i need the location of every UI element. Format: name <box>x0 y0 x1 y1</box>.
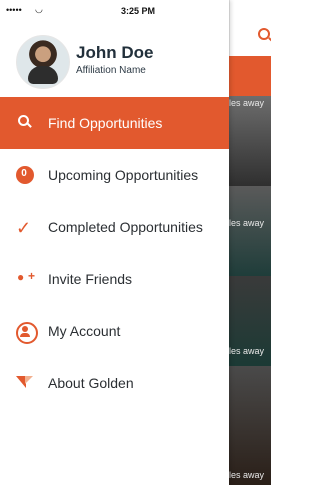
profile-affiliation: Affiliation Name <box>76 65 146 76</box>
search-icon[interactable] <box>258 28 270 40</box>
menu-item-about-golden[interactable]: About Golden <box>0 357 229 409</box>
menu-item-label: Find Opportunities <box>48 115 163 131</box>
drawer-menu: Find Opportunities 0 Upcoming Opportunit… <box>0 97 229 409</box>
peek-caption: les away <box>229 98 265 108</box>
plus-glyph: + <box>28 269 36 283</box>
peek-caption: les away <box>229 470 265 480</box>
peek-image <box>229 186 271 276</box>
search-icon <box>16 114 34 132</box>
main-screen-peek: les away les away les away les away <box>229 0 271 485</box>
count-badge-icon: 0 <box>16 166 34 184</box>
menu-item-completed-opportunities[interactable]: ✓ Completed Opportunities <box>0 201 229 253</box>
menu-item-find-opportunities[interactable]: Find Opportunities <box>0 97 229 149</box>
menu-item-my-account[interactable]: My Account <box>0 305 229 357</box>
golden-logo-icon <box>16 374 34 392</box>
check-icon: ✓ <box>16 218 32 238</box>
menu-item-invite-friends[interactable]: ● + Invite Friends <box>0 253 229 305</box>
wifi-icon: ◡ <box>35 4 43 14</box>
status-bar: ••••• ◡ 3:25 PM <box>0 0 229 20</box>
signal-strength: ••••• <box>6 5 22 15</box>
profile-name: John Doe <box>76 43 154 62</box>
badge-count: 0 <box>21 168 27 179</box>
menu-item-upcoming-opportunities[interactable]: 0 Upcoming Opportunities <box>0 149 229 201</box>
peek-caption: les away <box>229 346 265 356</box>
menu-item-label: About Golden <box>48 375 134 391</box>
menu-item-label: My Account <box>48 323 121 339</box>
person-glyph: ● <box>17 270 25 284</box>
account-icon <box>16 322 38 344</box>
peek-header <box>229 0 271 56</box>
peek-image <box>229 366 271 485</box>
menu-item-label: Completed Opportunities <box>48 219 203 235</box>
peek-caption: les away <box>229 218 265 228</box>
profile-header[interactable]: John Doe Affiliation Name <box>0 28 229 92</box>
peek-accent-bar <box>229 56 271 96</box>
avatar[interactable] <box>16 35 70 89</box>
menu-item-label: Invite Friends <box>48 271 133 287</box>
add-user-icon: ● + <box>16 269 36 288</box>
peek-image <box>229 96 271 186</box>
status-time: 3:25 PM <box>121 6 156 16</box>
menu-item-label: Upcoming Opportunities <box>48 167 199 183</box>
navigation-drawer: ••••• ◡ 3:25 PM John Doe Affiliation Nam… <box>0 0 229 485</box>
